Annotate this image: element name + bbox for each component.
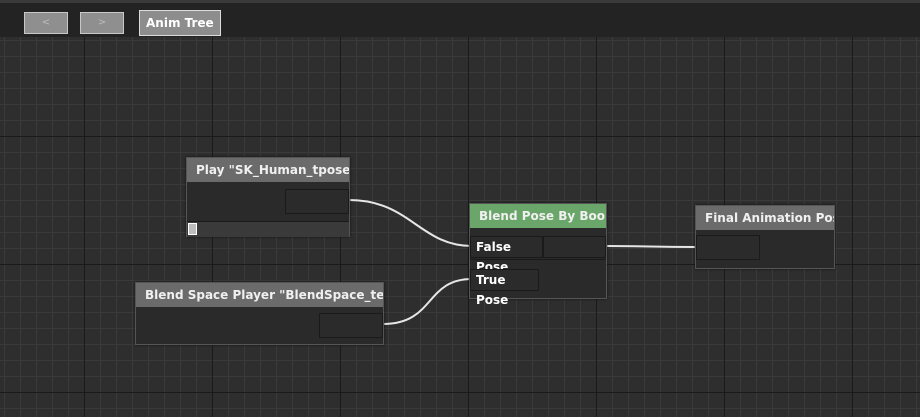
toolbar: < > Anim Tree bbox=[0, 0, 920, 37]
back-button[interactable]: < bbox=[24, 12, 68, 34]
blend-space-player-title: Blend Space Player "BlendSpace_test" bbox=[136, 283, 383, 307]
blend-pose-by-bool-title: Blend Pose By Bool bbox=[470, 204, 606, 228]
play-node-title: Play "SK_Human_tpose" bbox=[187, 158, 349, 182]
blend-space-output-pin[interactable] bbox=[319, 313, 383, 338]
true-pose-pin[interactable]: True Pose bbox=[470, 269, 539, 307]
false-pose-pin[interactable]: False Pose bbox=[470, 236, 543, 274]
play-progress-handle[interactable] bbox=[188, 223, 197, 235]
blend-space-player-node[interactable]: Blend Space Player "BlendSpace_test" bbox=[135, 282, 384, 345]
final-animation-pose-title: Final Animation Pose bbox=[696, 206, 834, 230]
blend-output-pin[interactable] bbox=[543, 236, 606, 258]
final-animation-pose-node[interactable]: Final Animation Pose bbox=[695, 205, 835, 269]
pin-divider bbox=[470, 259, 606, 260]
final-input-pin[interactable] bbox=[696, 235, 760, 260]
play-node[interactable]: Play "SK_Human_tpose" bbox=[186, 157, 350, 237]
play-progress-bar[interactable] bbox=[187, 221, 349, 237]
tab-anim-tree[interactable]: Anim Tree bbox=[139, 10, 221, 36]
forward-button[interactable]: > bbox=[80, 12, 124, 34]
blend-pose-by-bool-node[interactable]: Blend Pose By Bool False Pose True Pose bbox=[469, 203, 607, 307]
play-output-pin[interactable] bbox=[285, 189, 349, 214]
